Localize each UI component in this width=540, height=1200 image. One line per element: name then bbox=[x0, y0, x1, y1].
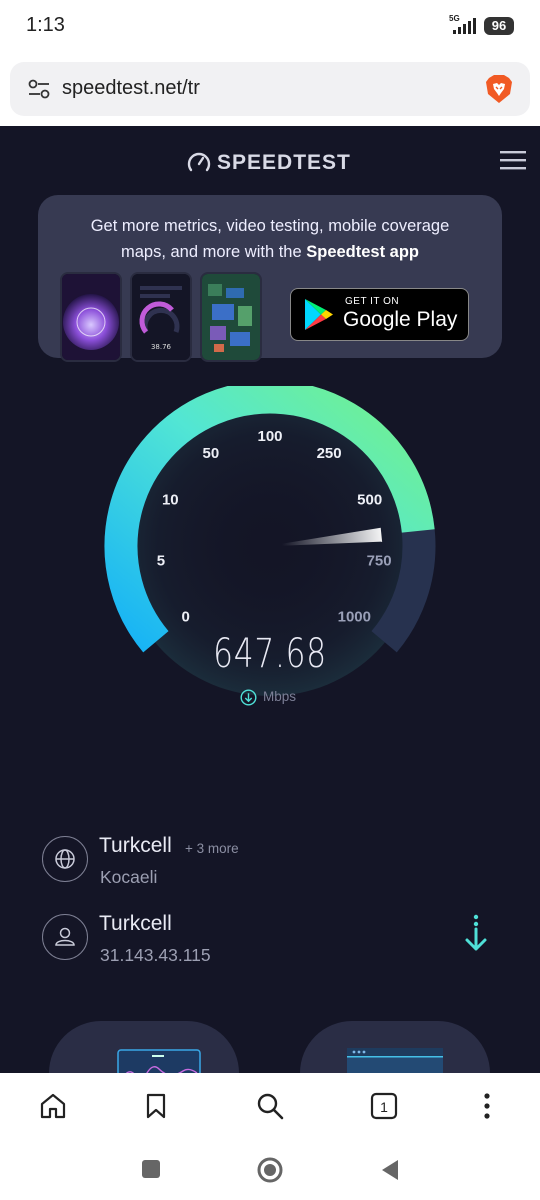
google-play-icon bbox=[305, 299, 333, 330]
google-play-button[interactable]: GET IT ON Google Play bbox=[290, 288, 469, 341]
url-text[interactable]: speedtest.net/tr bbox=[62, 77, 200, 100]
svg-text:1: 1 bbox=[380, 1099, 388, 1115]
phone-reading: 38.76 bbox=[151, 343, 172, 351]
promo-line-1: Get more metrics, video testing, mobile … bbox=[90, 217, 450, 235]
download-icon bbox=[240, 689, 257, 706]
search-icon[interactable] bbox=[255, 1091, 285, 1121]
gauge-label: 750 bbox=[367, 552, 392, 569]
download-arrow-icon bbox=[465, 914, 487, 951]
server-provider[interactable]: Turkcell bbox=[99, 834, 172, 858]
hamburger-menu-icon[interactable] bbox=[500, 150, 526, 170]
client-provider: Turkcell bbox=[99, 912, 172, 935]
app-screenshot-3 bbox=[200, 272, 262, 362]
server-location: Kocaeli bbox=[100, 867, 158, 887]
back-icon[interactable] bbox=[380, 1159, 400, 1181]
address-bar[interactable]: speedtest.net/tr bbox=[10, 62, 530, 116]
status-bar: 1:13 5G 96 bbox=[0, 0, 540, 52]
server-globe-icon[interactable] bbox=[42, 836, 88, 882]
recent-apps-icon[interactable] bbox=[141, 1159, 161, 1179]
promo-app-name: Speedtest app bbox=[306, 243, 420, 261]
gauge-label: 5 bbox=[157, 552, 165, 569]
signal-icon bbox=[453, 18, 476, 34]
app-screenshot-1 bbox=[60, 272, 122, 362]
change-server-link[interactable]: + 3 more bbox=[185, 841, 239, 856]
speedtest-page: SPEEDTEST Get more metrics, video testin… bbox=[0, 126, 540, 1073]
brave-shields-icon[interactable] bbox=[482, 72, 516, 106]
gauge-label: 100 bbox=[257, 428, 282, 445]
gauge-label: 10 bbox=[162, 492, 179, 509]
speed-unit: Mbps bbox=[263, 689, 297, 704]
app-promo-banner: Get more metrics, video testing, mobile … bbox=[38, 195, 502, 362]
gauge-label: 500 bbox=[357, 492, 382, 509]
client-ip: 31.143.43.115 bbox=[100, 945, 211, 965]
browser-toolbar: 1 bbox=[0, 1073, 540, 1200]
promo-line-2: maps, and more with the bbox=[120, 243, 307, 261]
home-icon[interactable] bbox=[38, 1091, 68, 1121]
app-thumbnail-icon bbox=[347, 1048, 443, 1073]
gauge-label: 1000 bbox=[338, 609, 371, 626]
chart-thumbnail-icon bbox=[117, 1049, 201, 1073]
gauge-label: 250 bbox=[317, 445, 342, 462]
store-caption: GET IT ON bbox=[345, 296, 400, 307]
tabs-icon[interactable]: 1 bbox=[369, 1091, 399, 1121]
apps-card[interactable] bbox=[300, 1021, 490, 1073]
store-name: Google Play bbox=[343, 308, 458, 331]
site-settings-icon[interactable] bbox=[28, 78, 50, 100]
battery-indicator: 96 bbox=[484, 17, 514, 35]
gauge-label: 50 bbox=[203, 445, 220, 462]
brand-logo[interactable]: SPEEDTEST bbox=[217, 151, 351, 175]
app-screenshot-2: 38.76 bbox=[130, 272, 192, 362]
bookmark-icon[interactable] bbox=[141, 1091, 171, 1121]
promo-text: Get more metrics, video testing, mobile … bbox=[58, 213, 482, 265]
more-options-icon[interactable] bbox=[472, 1091, 502, 1121]
user-icon bbox=[42, 914, 88, 960]
results-card[interactable] bbox=[49, 1021, 239, 1073]
speedtest-logo-icon bbox=[187, 152, 211, 172]
home-button-icon[interactable] bbox=[256, 1156, 284, 1184]
speed-value: 647.68 bbox=[213, 631, 327, 677]
status-time: 1:13 bbox=[26, 14, 65, 36]
gauge-label: 0 bbox=[182, 609, 190, 626]
